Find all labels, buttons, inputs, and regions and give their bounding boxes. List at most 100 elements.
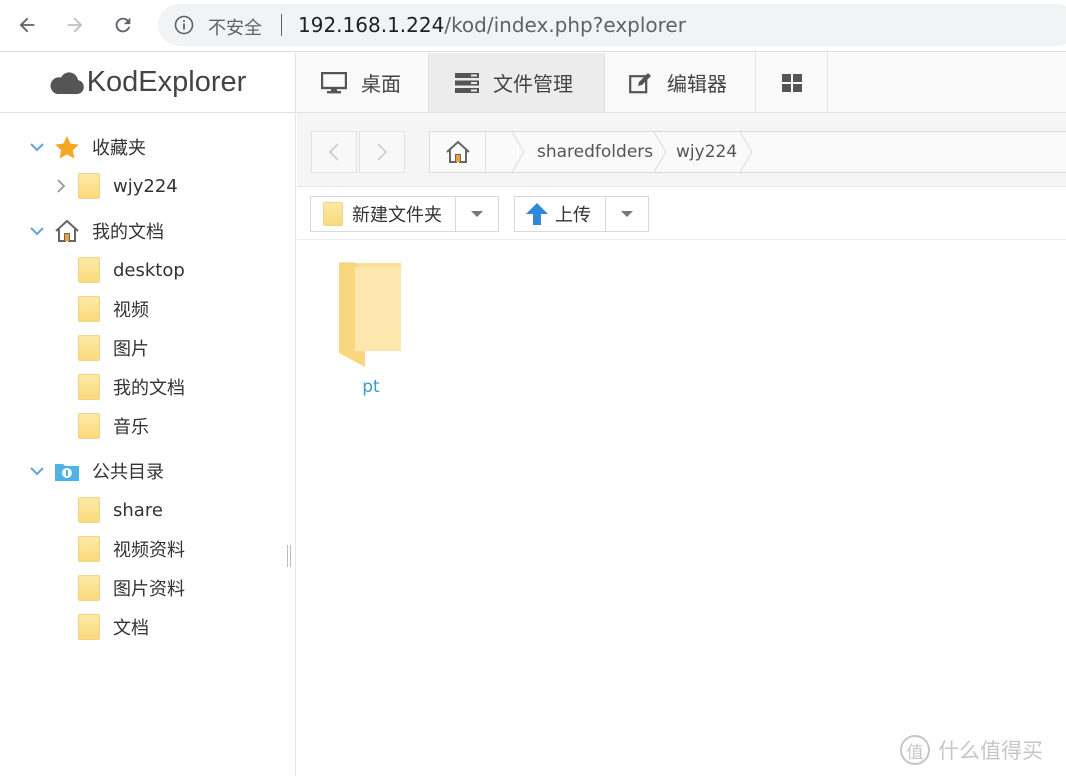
watermark-logo: 值 (900, 735, 930, 765)
tree-label: 视频资料 (113, 540, 185, 561)
upload-group: 上传 (514, 196, 649, 232)
chevron-right-icon (377, 143, 388, 161)
chevron-down-icon[interactable] (30, 224, 44, 238)
tab-file-manager[interactable]: 文件管理 (429, 53, 605, 112)
folder-icon (78, 614, 100, 640)
large-folder-icon (339, 262, 401, 367)
tab-label: 桌面 (361, 72, 401, 96)
upload-button[interactable]: 上传 (515, 197, 605, 231)
app-name: KodExplorer (86, 66, 247, 98)
new-folder-dropdown[interactable] (455, 197, 498, 231)
breadcrumb-item-sharedfolders[interactable]: sharedfolders (537, 142, 653, 162)
folder-icon (78, 173, 100, 199)
app-header: KodExplorer 桌面 文件管理 编辑器 (0, 53, 1066, 113)
tree-node-pictures[interactable]: 图片 (78, 331, 149, 365)
url-text[interactable]: 192.168.1.224/kod/index.php?explorer (298, 13, 686, 37)
arrow-right-icon (67, 17, 83, 33)
breadcrumb-item-wjy224[interactable]: wjy224 (676, 142, 737, 162)
tree-node-videos[interactable]: 视频 (78, 292, 149, 326)
new-folder-button[interactable]: 新建文件夹 (311, 197, 455, 231)
security-status: 不安全 (208, 18, 262, 39)
tab-editor[interactable]: 编辑器 (605, 53, 756, 112)
resize-handle[interactable] (287, 545, 291, 567)
file-item-pt[interactable]: pt (333, 261, 409, 397)
tree-label: wjy224 (113, 175, 178, 197)
folder-icon (78, 257, 100, 283)
browser-toolbar: 不安全 192.168.1.224/kod/index.php?explorer (0, 0, 1066, 52)
tree-node-favorites[interactable]: 收藏夹 (30, 130, 146, 164)
tree-node-video-materials[interactable]: 视频资料 (78, 532, 185, 566)
tree-label: 图片资料 (113, 579, 185, 600)
tree-node-wjy224[interactable]: wjy224 (54, 169, 178, 203)
reload-button[interactable] (108, 10, 138, 40)
tree-node-my-documents[interactable]: 我的文档 (30, 214, 164, 248)
back-button[interactable] (12, 10, 42, 40)
tree-node-desktop[interactable]: desktop (78, 253, 185, 287)
upload-label: 上传 (555, 205, 591, 226)
history-back-button[interactable] (311, 131, 357, 173)
grid-icon (781, 73, 802, 92)
breadcrumb-home[interactable] (430, 132, 486, 172)
public-folder-icon (55, 464, 79, 481)
history-forward-button[interactable] (359, 131, 405, 173)
breadcrumb: sharedfolders wjy224 (429, 131, 1066, 173)
tab-label: 文件管理 (493, 72, 573, 96)
upload-arrow-icon (526, 203, 548, 225)
action-toolbar: 新建文件夹 上传 (297, 188, 1066, 240)
tree-label: 文档 (113, 618, 149, 639)
home-icon (55, 219, 79, 242)
folder-icon (78, 536, 100, 562)
watermark: 值 什么值得买 (900, 734, 1043, 766)
monitor-icon (321, 71, 347, 93)
tree-node-public[interactable]: 公共目录 (30, 454, 164, 488)
chevron-left-icon (328, 143, 339, 161)
tree-label: 音乐 (113, 417, 149, 438)
divider (281, 14, 282, 36)
tree-label: 我的文档 (92, 222, 164, 243)
path-bar: sharedfolders wjy224 (297, 113, 1066, 187)
address-bar[interactable]: 不安全 192.168.1.224/kod/index.php?explorer (158, 4, 1066, 46)
star-icon (55, 136, 79, 159)
app-logo[interactable]: KodExplorer (0, 53, 296, 112)
tree-label: 视频 (113, 300, 149, 321)
new-folder-group: 新建文件夹 (310, 196, 499, 232)
watermark-text: 什么值得买 (938, 739, 1043, 763)
cloud-icon (50, 71, 84, 94)
new-folder-label: 新建文件夹 (352, 205, 442, 226)
chevron-right-icon[interactable] (54, 179, 68, 193)
tree-label: 图片 (113, 339, 149, 360)
folder-icon (323, 202, 343, 226)
sidebar-tree: 收藏夹 wjy224 我的文档 desktop 视频 图片 我的文档 音乐 公共… (0, 113, 296, 776)
tree-label: 收藏夹 (92, 138, 146, 159)
tab-apps[interactable] (756, 53, 828, 112)
file-name: pt (362, 377, 380, 397)
chevron-down-icon[interactable] (30, 464, 44, 478)
breadcrumb-separator-icon (739, 132, 753, 172)
file-manager-icon (455, 72, 479, 93)
tree-node-music[interactable]: 音乐 (78, 409, 149, 443)
tree-label: share (113, 499, 163, 521)
tree-label: desktop (113, 259, 185, 281)
breadcrumb-separator-icon (653, 132, 667, 172)
home-icon (445, 140, 470, 163)
reload-icon (115, 17, 131, 33)
chevron-down-icon[interactable] (30, 140, 44, 154)
tree-label: 我的文档 (113, 378, 185, 399)
tab-label: 编辑器 (667, 72, 727, 96)
folder-icon (78, 413, 100, 439)
tree-node-picture-materials[interactable]: 图片资料 (78, 571, 185, 605)
edit-icon (629, 72, 651, 93)
tree-node-share[interactable]: share (78, 493, 163, 527)
info-icon[interactable] (174, 15, 194, 35)
folder-icon (78, 335, 100, 361)
forward-button[interactable] (60, 10, 90, 40)
tab-desktop[interactable]: 桌面 (297, 53, 429, 112)
folder-icon (78, 575, 100, 601)
tree-node-documents[interactable]: 文档 (78, 610, 149, 644)
tree-node-my-docs-folder[interactable]: 我的文档 (78, 370, 185, 404)
main-panel: sharedfolders wjy224 新建文件夹 上传 pt (297, 113, 1066, 776)
tree-label: 公共目录 (92, 462, 164, 483)
upload-dropdown[interactable] (605, 197, 648, 231)
breadcrumb-separator-icon (511, 132, 525, 172)
folder-icon (78, 296, 100, 322)
